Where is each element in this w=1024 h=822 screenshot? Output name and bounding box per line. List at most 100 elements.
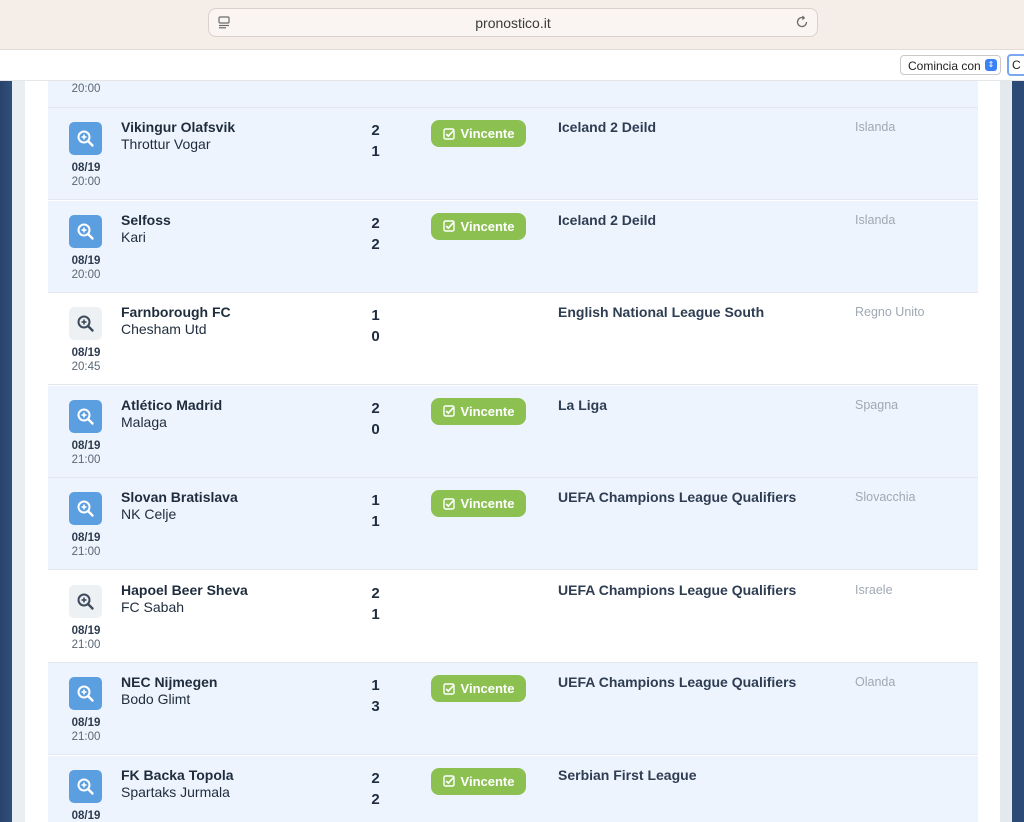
league-name[interactable]: Serbian First League: [558, 767, 696, 783]
table-row: 08/19 21:00 Atlético Madrid Malaga 2 0 L…: [48, 385, 978, 478]
league-name[interactable]: Iceland 2 Deild: [558, 212, 656, 228]
league-name[interactable]: UEFA Champions League Qualifiers: [558, 489, 796, 505]
chevron-updown-icon: ⇕: [985, 59, 997, 71]
table-row: 08/19 21:00 Slovan Bratislava NK Celje 1…: [48, 478, 978, 570]
match-details-button[interactable]: [69, 492, 102, 525]
checkbox-check-icon: [442, 405, 455, 417]
league-name[interactable]: UEFA Champions League Qualifiers: [558, 674, 796, 690]
filter-select-label: Comincia con: [908, 59, 981, 73]
table-row: 20:00: [48, 81, 978, 108]
away-team[interactable]: NK Celje: [121, 506, 176, 522]
country-name: Islanda: [855, 212, 896, 227]
winner-badge-label: Vincente: [460, 126, 515, 141]
winner-badge-label: Vincente: [460, 218, 515, 234]
match-time: 20:45: [71, 361, 101, 373]
match-details-button[interactable]: [69, 307, 102, 340]
country-name: Olanda: [855, 675, 896, 689]
home-score: 2: [371, 122, 380, 139]
league-name[interactable]: La Liga: [558, 397, 607, 413]
away-score: 1: [371, 513, 380, 530]
away-team[interactable]: Bodo Glimt: [121, 691, 190, 707]
winner-badge[interactable]: Vincente: [431, 490, 526, 517]
away-team[interactable]: Kari: [121, 229, 146, 245]
match-date: 08/19: [71, 532, 101, 544]
winner-badge[interactable]: Vincente: [431, 212, 526, 240]
match-date: 08/19: [71, 439, 101, 452]
matches-card: 20:00 08/19 20:00 Vikingur Olafsvik Thro…: [25, 81, 1000, 822]
home-team[interactable]: Hapoel Beer Sheva: [121, 582, 248, 598]
home-team[interactable]: Atlético Madrid: [121, 397, 222, 413]
match-date: 08/19: [71, 162, 101, 174]
match-time: 21:00: [71, 453, 101, 466]
winner-badge[interactable]: Vincente: [431, 397, 526, 425]
match-time: 21:00: [71, 546, 101, 558]
away-score: 0: [371, 328, 380, 345]
match-details-button[interactable]: [69, 769, 102, 803]
find-input[interactable]: C: [1007, 54, 1024, 76]
address-bar[interactable]: pronostico.it: [208, 8, 818, 37]
away-team[interactable]: Malaga: [121, 414, 167, 430]
table-row: 08/19 21:00 Hapoel Beer Sheva FC Sabah 2…: [48, 570, 978, 663]
winner-badge[interactable]: Vincente: [431, 675, 526, 702]
league-name[interactable]: Iceland 2 Deild: [558, 119, 656, 135]
table-row: 08/19 20:00 Vikingur Olafsvik Throttur V…: [48, 108, 978, 200]
away-team[interactable]: Chesham Utd: [121, 321, 207, 337]
home-team[interactable]: Selfoss: [121, 212, 171, 228]
winner-badge[interactable]: Vincente: [431, 767, 526, 795]
match-date: 08/19: [71, 347, 101, 359]
match-time: 20:00: [71, 268, 101, 281]
home-score: 2: [371, 584, 380, 602]
home-team[interactable]: Slovan Bratislava: [121, 489, 238, 505]
home-score: 1: [371, 492, 380, 509]
home-team[interactable]: Farnborough FC: [121, 304, 231, 320]
checkbox-check-icon: [442, 497, 455, 510]
home-team[interactable]: FK Backa Topola: [121, 767, 234, 783]
match-details-button[interactable]: [69, 677, 102, 710]
winner-badge[interactable]: Vincente: [431, 120, 526, 147]
away-score: 2: [371, 235, 380, 253]
match-details-button[interactable]: [69, 584, 102, 618]
home-score: 1: [371, 307, 380, 324]
filter-select[interactable]: Comincia con ⇕: [900, 55, 1001, 75]
url-text: pronostico.it: [475, 15, 551, 31]
winner-badge-label: Vincente: [460, 773, 515, 789]
winner-badge-label: Vincente: [460, 403, 515, 419]
home-score: 2: [371, 769, 380, 787]
country-name: Spagna: [855, 397, 899, 412]
zoom-in-icon: [77, 593, 94, 610]
home-team[interactable]: NEC Nijmegen: [121, 674, 217, 690]
league-name[interactable]: UEFA Champions League Qualifiers: [558, 582, 796, 598]
checkbox-check-icon: [442, 775, 455, 787]
match-time: 20:00: [71, 83, 101, 95]
away-team[interactable]: Spartaks Jurmala: [121, 784, 230, 800]
zoom-in-icon: [77, 778, 94, 795]
zoom-in-icon: [77, 223, 94, 240]
country-name: Israele: [855, 582, 893, 597]
checkbox-check-icon: [442, 220, 455, 232]
match-details-button[interactable]: [69, 122, 102, 155]
winner-badge-label: Vincente: [460, 681, 515, 696]
country-name: Islanda: [855, 120, 896, 134]
winner-badge-label: Vincente: [460, 496, 515, 511]
away-score: 1: [371, 143, 380, 160]
zoom-in-icon: [77, 500, 94, 517]
away-team[interactable]: FC Sabah: [121, 599, 184, 615]
league-name[interactable]: English National League South: [558, 304, 764, 320]
find-toolbar: Comincia con ⇕ C: [0, 50, 1024, 81]
home-team[interactable]: Vikingur Olafsvik: [121, 119, 235, 135]
home-score: 2: [371, 214, 380, 232]
away-team[interactable]: Throttur Vogar: [121, 136, 211, 152]
away-score: 1: [371, 605, 380, 623]
home-score: 2: [371, 399, 380, 417]
match-details-button[interactable]: [69, 214, 102, 248]
checkbox-check-icon: [442, 682, 455, 695]
match-time: 21:00: [71, 731, 101, 743]
page-right-border: [1012, 81, 1024, 822]
home-score: 1: [371, 677, 380, 694]
match-date: 08/19: [71, 624, 101, 637]
reload-icon[interactable]: [795, 15, 809, 29]
country-name: Regno Unito: [855, 305, 925, 319]
zoom-in-icon: [77, 315, 94, 332]
match-details-button[interactable]: [69, 399, 102, 433]
table-row: 08/19 21:00 NEC Nijmegen Bodo Glimt 1 3 …: [48, 663, 978, 755]
